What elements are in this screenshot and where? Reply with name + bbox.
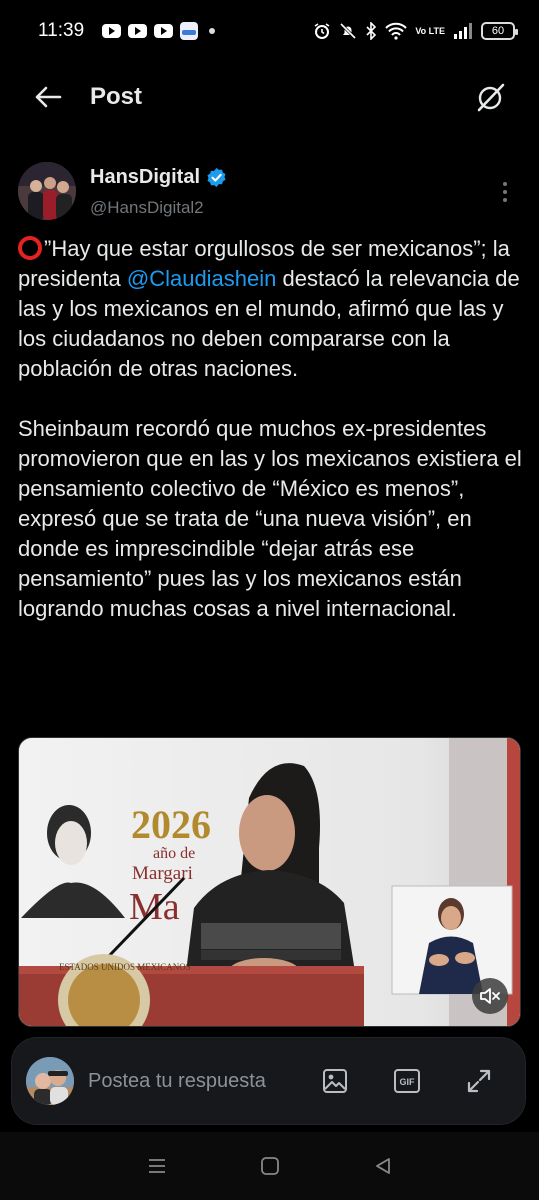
reply-input[interactable]: Postea tu respuesta bbox=[88, 1070, 298, 1093]
mute-toggle-button[interactable] bbox=[472, 978, 508, 1014]
menu-icon bbox=[148, 1159, 165, 1173]
home-square-icon bbox=[260, 1157, 279, 1175]
alarm-icon bbox=[314, 23, 330, 39]
verified-badge-icon bbox=[207, 167, 226, 188]
gif-label: GIF bbox=[400, 1077, 416, 1087]
author-avatar[interactable] bbox=[18, 162, 76, 220]
youtube-icon bbox=[102, 24, 122, 38]
video-frame: 2026 año de Margari Ma ESTADOS UNIDOS ME… bbox=[19, 738, 520, 1026]
battery-level: 60 bbox=[491, 25, 505, 37]
recent-apps-button[interactable] bbox=[142, 1151, 172, 1181]
expand-composer-button[interactable] bbox=[463, 1065, 495, 1097]
volume-muted-icon bbox=[480, 988, 500, 1004]
author-name[interactable]: HansDigital bbox=[90, 166, 227, 189]
gif-icon: GIF bbox=[394, 1069, 420, 1093]
bluetooth-icon bbox=[366, 22, 377, 40]
more-dot bbox=[503, 190, 507, 194]
back-nav-button[interactable] bbox=[368, 1151, 398, 1181]
status-system-icons: Vo LTE 60 bbox=[313, 22, 518, 40]
grok-button[interactable] bbox=[473, 79, 509, 115]
reply-actions: GIF bbox=[319, 1065, 511, 1097]
youtube-icon bbox=[128, 24, 148, 38]
post-author: HansDigital @HansDigital2 bbox=[18, 160, 521, 224]
top-app-bar: Post bbox=[0, 70, 539, 124]
mute-icon bbox=[340, 22, 357, 40]
triangle-back-icon bbox=[375, 1158, 390, 1174]
expand-icon bbox=[467, 1069, 491, 1093]
grok-icon bbox=[477, 83, 505, 112]
author-display-name: HansDigital bbox=[90, 166, 201, 188]
more-dot bbox=[503, 198, 507, 202]
battery-icon: 60 bbox=[481, 22, 518, 40]
wifi-icon bbox=[385, 22, 408, 40]
more-dot bbox=[503, 182, 507, 186]
post-video[interactable]: 2026 año de Margari Ma ESTADOS UNIDOS ME… bbox=[18, 737, 521, 1027]
banner-subtitle: año de bbox=[153, 845, 195, 862]
post-body: ”Hay que estar orgullosos de ser mexican… bbox=[18, 234, 523, 654]
status-time: 11:39 bbox=[38, 20, 85, 41]
podium-seal-text: ESTADOS UNIDOS MEXICANOS bbox=[59, 962, 191, 972]
more-notifications-dot bbox=[209, 28, 216, 34]
app-icon bbox=[180, 22, 199, 40]
add-image-button[interactable] bbox=[319, 1065, 351, 1097]
post-paragraph-2: Sheinbaum recordó que muchos ex-presiden… bbox=[18, 416, 522, 621]
youtube-icon bbox=[154, 24, 174, 38]
status-notification-icons bbox=[102, 22, 216, 40]
mention-link[interactable]: @Claudiashein bbox=[127, 266, 277, 291]
post-paragraph-1: ”Hay que estar orgullosos de ser mexican… bbox=[18, 234, 523, 384]
user-avatar[interactable] bbox=[26, 1057, 74, 1105]
reply-composer: Postea tu respuesta GIF bbox=[11, 1037, 526, 1125]
add-gif-button[interactable]: GIF bbox=[391, 1065, 423, 1097]
more-options-button[interactable] bbox=[495, 180, 515, 204]
network-type: Vo LTE bbox=[415, 25, 445, 36]
status-bar: 11:39 Vo LTE 60 bbox=[0, 0, 539, 62]
banner-year: 2026 bbox=[131, 802, 211, 847]
image-icon bbox=[323, 1069, 347, 1093]
system-navigation-bar bbox=[0, 1132, 539, 1200]
author-handle[interactable]: @HansDigital2 bbox=[90, 198, 204, 218]
arrow-left-icon bbox=[35, 86, 62, 108]
red-circle-emoji-icon bbox=[18, 236, 42, 260]
page-title: Post bbox=[90, 83, 143, 110]
back-button[interactable] bbox=[32, 81, 64, 113]
banner-name-1: Margari bbox=[132, 863, 193, 884]
home-button[interactable] bbox=[255, 1151, 285, 1181]
signal-icon bbox=[454, 23, 472, 39]
